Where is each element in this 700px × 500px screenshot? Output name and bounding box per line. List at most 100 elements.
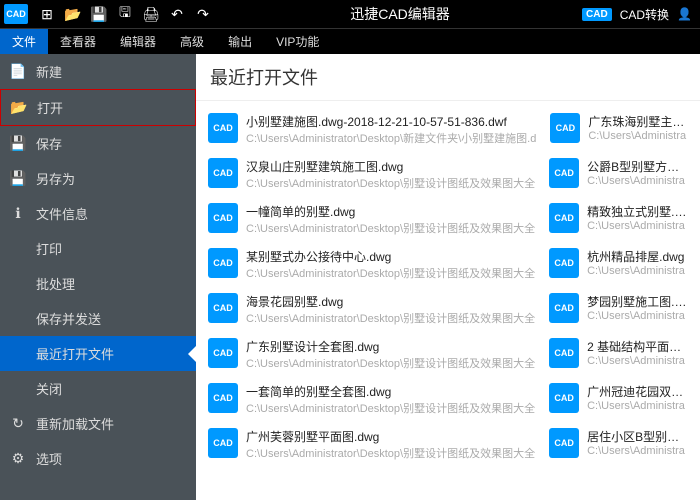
sidebar-item-2[interactable]: 💾保存 [0, 126, 196, 161]
file-name: 广州冠迪花园双连别 [587, 383, 688, 400]
file-path: C:\Users\Administra [587, 220, 688, 232]
recent-file-item[interactable]: CAD广东别墅设计全套图.dwgC:\Users\Administrator\D… [208, 332, 535, 377]
sidebar-icon: 📂 [11, 100, 27, 116]
file-name: 汉泉山庄别墅建筑施工图.dwg [246, 158, 535, 175]
sidebar-icon [10, 381, 26, 397]
sidebar-item-label: 打印 [36, 239, 186, 258]
undo-icon[interactable]: ↶ [168, 5, 186, 23]
menu-item-2[interactable]: 编辑器 [108, 29, 168, 54]
sidebar-icon: ↻ [10, 416, 26, 432]
sidebar-item-8[interactable]: 最近打开文件 [0, 336, 196, 371]
sidebar-item-label: 最近打开文件 [36, 344, 186, 363]
cad-convert-link[interactable]: CAD转换 [620, 6, 669, 23]
sidebar-item-label: 选项 [36, 449, 186, 468]
file-name: 海景花园别墅.dwg [246, 293, 535, 310]
print-icon[interactable]: 🖨 [142, 5, 160, 23]
file-name: 杭州精品排屋.dwg [587, 248, 685, 265]
cad-file-icon: CAD [208, 248, 238, 278]
file-name: 广东别墅设计全套图.dwg [246, 338, 535, 355]
menu-item-3[interactable]: 高级 [168, 29, 216, 54]
cad-file-icon: CAD [208, 428, 238, 458]
cad-file-icon: CAD [549, 428, 579, 458]
sidebar-item-3[interactable]: 💾 另存为 [0, 161, 196, 196]
sidebar-item-11[interactable]: ⚙ 选项 [0, 441, 196, 476]
file-name: 一幢简单的别墅.dwg [246, 203, 535, 220]
sidebar-item-1[interactable]: 📂打开 [0, 89, 196, 126]
sidebar-item-6[interactable]: 批处理 [0, 266, 196, 301]
recent-file-item[interactable]: CAD 杭州精品排屋.dwgC:\Users\Administra [549, 242, 688, 287]
recent-file-item[interactable]: CAD海景花园别墅.dwgC:\Users\Administrator\Desk… [208, 287, 535, 332]
file-path: C:\Users\Administrator\Desktop\别墅设计图纸及效果… [246, 220, 535, 236]
sidebar-item-label: 另存为 [36, 169, 186, 188]
file-path: C:\Users\Administra [588, 130, 688, 142]
sidebar-item-label: 重新加载文件 [36, 414, 186, 433]
sidebar-icon [10, 311, 26, 327]
menu-item-0[interactable]: 文件 [0, 29, 48, 54]
sidebar-icon [10, 276, 26, 292]
menu-item-1[interactable]: 查看器 [48, 29, 108, 54]
recent-file-item[interactable]: CAD 某别墅式办公接待中心.dwgC:\Users\Administrator\… [208, 242, 535, 287]
recent-file-item[interactable]: CAD 小别墅建施图.dwg-2018-12-21-10-57-51-836.dw… [208, 107, 536, 152]
cad-badge: CAD [582, 8, 612, 21]
recent-file-item[interactable]: CAD广州冠迪花园双连别C:\Users\Administra [549, 377, 688, 422]
recent-files-list: CAD 小别墅建施图.dwg-2018-12-21-10-57-51-836.dw… [196, 101, 700, 473]
recent-file-item[interactable]: CAD2 基础结构平面图.dC:\Users\Administra [549, 332, 688, 377]
file-name: 一套简单的别墅全套图.dwg [246, 383, 535, 400]
file-path: C:\Users\Administrator\Desktop\别墅设计图纸及效果… [246, 310, 535, 326]
file-path: C:\Users\Administrator\Desktop\新建文件夹\小别墅… [246, 130, 536, 146]
saveas-icon[interactable]: 🖫 [116, 5, 134, 23]
sidebar-icon: ℹ [10, 206, 26, 222]
quick-toolbar: ⊞ 📂 💾 🖫 🖨 ↶ ↷ [32, 5, 218, 23]
cad-file-icon: CAD [549, 293, 579, 323]
cad-file-icon: CAD [549, 248, 579, 278]
file-name: 广州芙蓉别墅平面图.dwg [246, 428, 535, 445]
redo-icon[interactable]: ↷ [194, 5, 212, 23]
content-panel: 最近打开文件 CAD小别墅建施图.dwg-2018-12-21-10-57-51… [196, 54, 700, 500]
recent-file-item[interactable]: CAD汉泉山庄别墅建筑施工图.dwgC:\Users\Administrator… [208, 152, 535, 197]
cad-file-icon: CAD [208, 158, 238, 188]
file-path: C:\Users\Administrator\Desktop\别墅设计图纸及效果… [246, 445, 535, 461]
file-path: C:\Users\Administra [587, 265, 685, 277]
sidebar-item-label: 批处理 [36, 274, 186, 293]
recent-file-item[interactable]: CAD梦园别墅施工图.dwC:\Users\Administra [549, 287, 688, 332]
file-path: C:\Users\Administra [587, 355, 688, 367]
recent-file-item[interactable]: CAD 一幢简单的别墅.dwgC:\Users\Administrator\Des… [208, 197, 535, 242]
sidebar-item-label: 文件信息 [36, 204, 186, 223]
sidebar-item-4[interactable]: ℹ 文件信息 [0, 196, 196, 231]
cad-file-icon: CAD [208, 203, 238, 233]
recent-file-item[interactable]: CAD 广东珠海别墅主楼设C:\Users\Administra [550, 107, 688, 152]
sidebar-item-10[interactable]: ↻ 重新加载文件 [0, 406, 196, 441]
sidebar-icon: 💾 [10, 171, 26, 187]
sidebar-icon: 📄 [10, 64, 26, 80]
sidebar-item-label: 保存 [36, 134, 186, 153]
cad-file-icon: CAD [549, 158, 579, 188]
recent-file-item[interactable]: CAD精致独立式别墅.dwC:\Users\Administra [549, 197, 688, 242]
menu-item-5[interactable]: VIP功能 [264, 29, 331, 54]
recent-file-item[interactable]: CAD 广州芙蓉别墅平面图.dwgC:\Users\Administrator\D… [208, 422, 535, 467]
save-icon[interactable]: 💾 [90, 5, 108, 23]
sidebar-item-0[interactable]: 📄新建 [0, 54, 196, 89]
menu-item-4[interactable]: 输出 [216, 29, 264, 54]
new-icon[interactable]: ⊞ [38, 5, 56, 23]
sidebar-item-5[interactable]: 打印 [0, 231, 196, 266]
file-name: 小别墅建施图.dwg-2018-12-21-10-57-51-836.dwf [246, 113, 536, 130]
cad-file-icon: CAD [550, 113, 580, 143]
cad-file-icon: CAD [549, 338, 579, 368]
recent-file-item[interactable]: CAD公爵B型别墅方案全C:\Users\Administra [549, 152, 688, 197]
open-icon[interactable]: 📂 [64, 5, 82, 23]
sidebar-icon [10, 241, 26, 257]
file-path: C:\Users\Administra [587, 400, 688, 412]
file-name: 居住小区B型别墅施 [587, 428, 688, 445]
cad-file-icon: CAD [208, 383, 238, 413]
recent-file-item[interactable]: CAD一套简单的别墅全套图.dwgC:\Users\Administrator\… [208, 377, 535, 422]
sidebar-item-7[interactable]: 保存并发送 [0, 301, 196, 336]
cad-file-icon: CAD [208, 113, 238, 143]
file-path: C:\Users\Administrator\Desktop\别墅设计图纸及效果… [246, 265, 535, 281]
sidebar-item-9[interactable]: 关闭 [0, 371, 196, 406]
file-name: 某别墅式办公接待中心.dwg [246, 248, 535, 265]
user-icon[interactable]: 👤 [677, 7, 692, 21]
sidebar-icon: ⚙ [10, 451, 26, 467]
file-name: 广东珠海别墅主楼设 [588, 113, 688, 130]
recent-file-item[interactable]: CAD居住小区B型别墅施C:\Users\Administra [549, 422, 688, 467]
sidebar-item-label: 保存并发送 [36, 309, 186, 328]
